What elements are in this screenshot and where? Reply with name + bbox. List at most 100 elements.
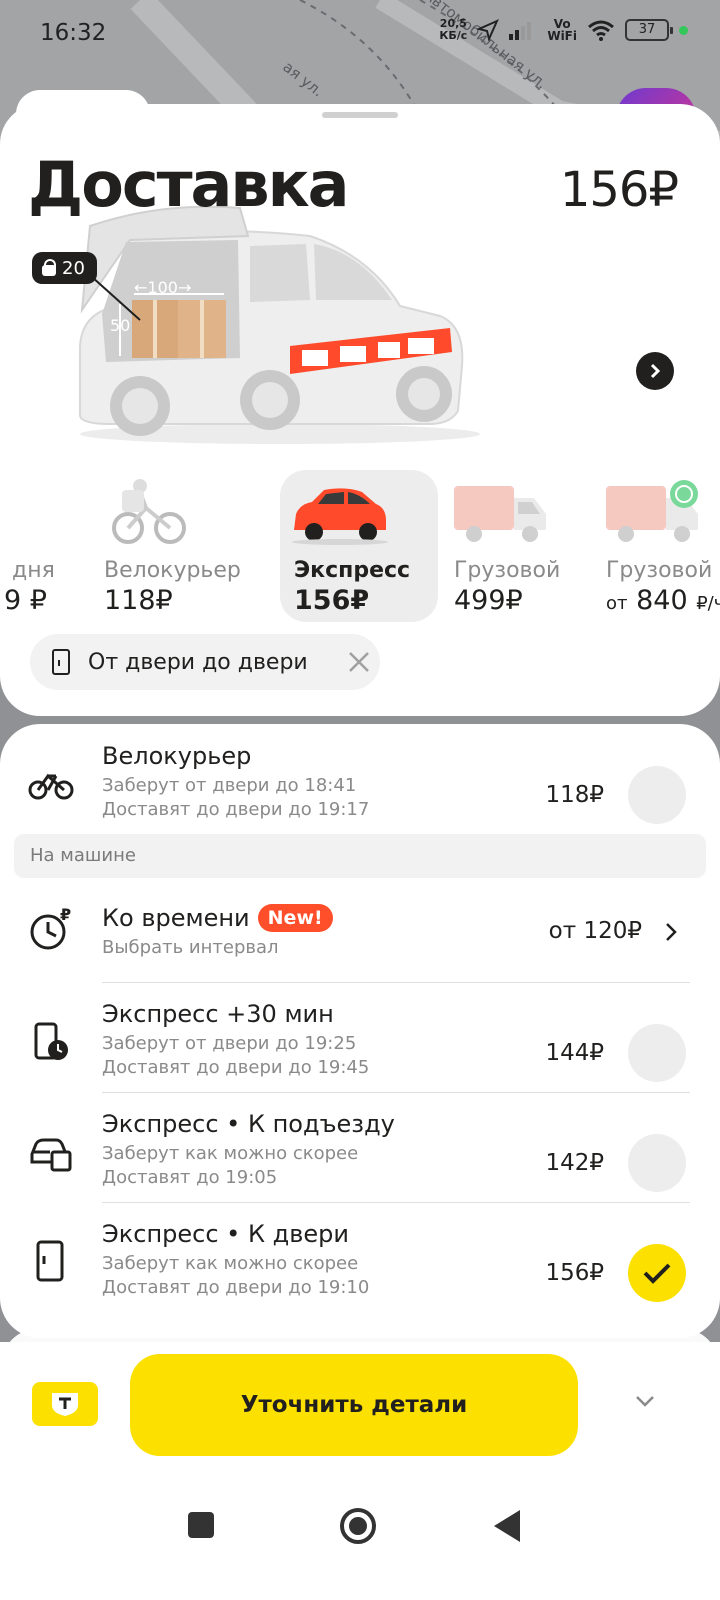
option-price: 156₽ [545,1260,604,1286]
tariff-price: 499₽ [454,585,523,616]
tariff-name: Грузовой [454,558,561,583]
express-car-image [292,488,388,545]
tariff-price: 9 ₽ [4,585,47,616]
chip-label: От двери до двери [88,649,308,675]
tariff-name: Велокурьер [104,558,241,583]
section-header-car: На машине [14,834,706,878]
chevron-down-icon[interactable] [634,1394,656,1408]
door-icon [52,649,70,675]
option-radio[interactable] [628,1024,686,1082]
header-price: 156₽ [559,162,679,218]
option-title: Экспресс • К подъезду [102,1110,395,1138]
bicycle-icon [28,773,74,800]
delivery-time: Доставят до двери до 19:10 [102,1277,370,1298]
system-navigation-bar [0,1500,720,1600]
tariff-carousel[interactable]: дня 9 ₽ Велокурьер 118₽ Экспресс 156₽ Гр… [0,470,720,626]
tariff-name: Экспресс [294,558,411,583]
home-button[interactable] [340,1508,376,1544]
tariff-name: дня [12,558,55,583]
signal-icon [509,22,532,40]
option-price: 142₽ [545,1150,604,1176]
status-time: 16:32 [40,20,107,46]
option-title: Ко времени [102,904,250,932]
status-bar: 16:32 20,5 КБ/с Vo WiFi 37 [0,0,720,72]
tariff-name: Грузовой [606,558,713,583]
option-title: Экспресс • К двери [102,1220,349,1248]
tariff-card-express[interactable]: Экспресс 156₽ [280,470,438,622]
option-subtitle: Заберут от двери до 19:25 Доставят до дв… [102,1032,369,1080]
clarify-details-button[interactable]: Уточнить детали [130,1354,578,1456]
option-price: 118₽ [545,782,604,808]
option-radio[interactable] [628,766,686,824]
tariff-card-bike[interactable]: Велокурьер 118₽ [90,470,248,622]
bike-courier-image [112,479,186,544]
price-suffix: ₽/ч [696,593,720,614]
car-entrance-icon [30,1138,72,1172]
delivery-time: Доставят до двери до 19:17 [102,799,370,820]
tariff-price: 118₽ [104,585,173,616]
tariff-price: 156₽ [294,585,370,616]
option-subtitle: Заберут как можно скорее Доставят до две… [102,1252,369,1300]
price-prefix: от [606,593,628,614]
checkmark-icon [643,1263,671,1284]
weight-value: 20 [62,257,85,279]
option-express-entrance[interactable]: Экспресс • К подъезду Заберут как можно … [0,1110,720,1210]
tariff-price: от 840 ₽/ч [606,585,720,616]
wifi-icon [588,20,614,41]
option-subtitle: Выбрать интервал [102,937,279,958]
clock-ruble-icon: ₽ [30,906,71,950]
tariff-card-cargo[interactable]: Грузовой 499₽ [440,470,598,622]
door-to-door-chip[interactable]: От двери до двери [30,634,380,690]
location-arrow-icon [477,19,500,41]
battery-icon: 37 [625,19,673,41]
weight-badge: 20 [32,252,97,284]
option-subtitle: Заберут от двери до 18:41 Доставят до дв… [102,774,369,822]
door-icon [36,1240,64,1282]
delivery-time: Доставят до двери до 19:45 [102,1057,370,1078]
svg-text:₽: ₽ [60,906,71,924]
option-price: 144₽ [545,1040,604,1066]
chevron-right-icon [666,923,677,941]
divider [102,1202,690,1203]
delivery-card: Доставка 156₽ 20 ←100→ 50 дня 9 ₽ Велоку… [0,104,720,716]
delivery-options-card: Велокурьер Заберут от двери до 18:41 Дос… [0,724,720,1338]
tariff-card-cargo-hourly[interactable]: Грузовой от 840 ₽/ч [592,470,720,622]
dimension-height: 50 [110,316,131,335]
page-title: Доставка [28,148,349,221]
option-price: от 120₽ [548,918,642,944]
tariff-card[interactable]: дня 9 ₽ [0,470,55,622]
price-value: 840 [636,585,688,616]
option-title: Экспресс +30 мин [102,1000,334,1028]
pickup-time: Заберут от двери до 19:25 [102,1033,357,1054]
vowifi-indicator: Vo WiFi [547,18,577,42]
weight-icon [42,259,56,276]
pickup-time: Заберут от двери до 18:41 [102,775,357,796]
pickup-time: Заберут как можно скорее [102,1143,359,1164]
privacy-dot [679,25,688,35]
close-icon[interactable] [348,651,370,673]
network-speed: 20,5 КБ/с [439,18,467,42]
option-radio[interactable] [628,1134,686,1192]
pickup-time: Заберут как можно скорее [102,1253,359,1274]
new-badge: New! [257,904,333,932]
divider [102,982,690,983]
cargo-van-hourly-image [606,480,698,542]
option-radio-selected[interactable] [628,1244,686,1302]
option-express-30[interactable]: Экспресс +30 мин Заберут от двери до 19:… [0,1000,720,1100]
delivery-time: Доставят до 19:05 [102,1167,278,1188]
recent-apps-button[interactable] [188,1512,214,1538]
vowifi-bottom: WiFi [547,29,577,43]
next-illustration-button[interactable] [636,352,674,390]
car-illustration [79,205,480,444]
option-express-door[interactable]: Экспресс • К двери Заберут как можно ско… [0,1220,720,1320]
dimension-width: ←100→ [134,278,192,297]
option-title: Велокурьер [102,742,252,770]
option-timed[interactable]: ₽ Ко времени New! Выбрать интервал от 120… [0,904,720,984]
back-button[interactable] [494,1510,520,1542]
option-bike[interactable]: Велокурьер Заберут от двери до 18:41 Дос… [0,742,720,832]
wallet-icon [52,1393,78,1416]
payment-method-button[interactable] [32,1382,98,1426]
option-subtitle: Заберут как можно скорее Доставят до 19:… [102,1142,395,1190]
chevron-right-icon [650,363,661,379]
sheet-grabber[interactable] [322,112,398,118]
